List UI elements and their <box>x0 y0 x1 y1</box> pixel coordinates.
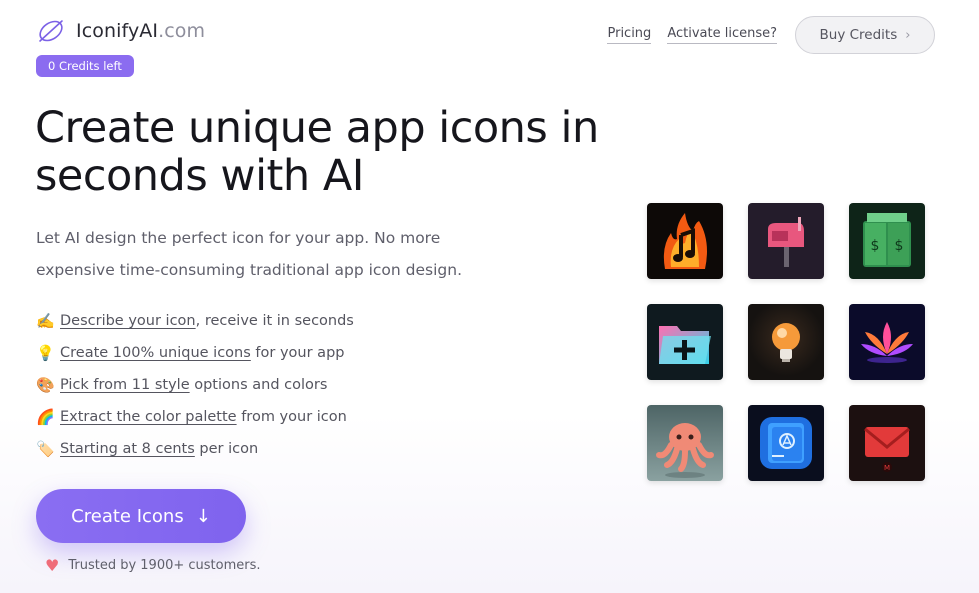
logo-leaf-icon <box>39 20 63 42</box>
feature-text: options and colors <box>189 377 328 393</box>
activate-license-link[interactable]: Activate license? <box>667 26 777 44</box>
describe-icon-link[interactable]: Describe your icon <box>60 313 196 329</box>
lightbulb-emoji-icon: 💡 <box>36 344 55 362</box>
feature-item-price: 🏷️ Starting at 8 cents per icon <box>36 433 354 465</box>
mailbox-icon <box>748 203 824 279</box>
color-palette-link[interactable]: Extract the color palette <box>60 409 237 425</box>
heart-icon: ♥ <box>45 556 60 575</box>
buy-credits-button[interactable]: Buy Credits › <box>795 16 935 54</box>
icon-showcase-grid: $ $ M <box>647 203 925 481</box>
octopus-icon <box>647 405 723 481</box>
svg-text:M: M <box>884 464 890 472</box>
credits-badge: 0 Credits left <box>36 55 134 77</box>
rainbow-icon: 🌈 <box>36 408 55 426</box>
buy-credits-label: Buy Credits <box>819 27 898 43</box>
trusted-note: ♥ Trusted by 1900+ customers. <box>45 556 261 575</box>
feature-item-palette: 🌈 Extract the color palette from your ic… <box>36 401 354 433</box>
hero-subhead: Let AI design the perfect icon for your … <box>36 229 463 279</box>
feature-item-unique: 💡 Create 100% unique icons for your app <box>36 337 354 369</box>
logo[interactable]: IconifyAI.com <box>36 18 205 44</box>
arrow-down-icon: ↓ <box>195 505 211 527</box>
lightbulb-icon <box>748 304 824 380</box>
lotus-icon <box>849 304 925 380</box>
price-tag-icon: 🏷️ <box>36 440 55 458</box>
pricing-cents-link[interactable]: Starting at 8 cents <box>60 441 195 457</box>
create-icons-button[interactable]: Create Icons ↓ <box>36 489 246 543</box>
writing-hand-icon: ✍️ <box>36 312 55 330</box>
fire-music-note-icon <box>647 203 723 279</box>
unique-icons-link[interactable]: Create 100% unique icons <box>60 345 251 361</box>
gmail-envelope-icon: M <box>849 405 925 481</box>
feature-item-describe: ✍️ Describe your icon , receive it in se… <box>36 305 354 337</box>
logo-domain: .com <box>158 20 206 42</box>
pricing-link[interactable]: Pricing <box>607 26 652 44</box>
pick-style-link[interactable]: Pick from 11 style <box>60 377 190 393</box>
money-book-icon: $ $ <box>849 203 925 279</box>
app-store-book-icon <box>748 405 824 481</box>
feature-text: from your icon <box>236 409 347 425</box>
trusted-text: Trusted by 1900+ customers. <box>68 558 261 573</box>
logo-name: IconifyAI <box>76 20 159 42</box>
feature-item-style: 🎨 Pick from 11 style options and colors <box>36 369 354 401</box>
top-nav: Pricing Activate license? Buy Credits › <box>607 16 935 54</box>
feature-text: for your app <box>250 345 345 361</box>
chevron-right-icon: › <box>905 27 911 43</box>
palette-icon: 🎨 <box>36 376 55 394</box>
feature-text: per icon <box>194 441 259 457</box>
feature-text: , receive it in seconds <box>195 313 354 329</box>
page-title: Create unique app icons in seconds with … <box>35 103 599 201</box>
svg-text:$: $ <box>871 238 880 254</box>
create-icons-label: Create Icons <box>71 505 184 527</box>
svg-text:$: $ <box>895 238 904 254</box>
feature-list: ✍️ Describe your icon , receive it in se… <box>36 305 354 465</box>
folder-plus-icon <box>647 304 723 380</box>
